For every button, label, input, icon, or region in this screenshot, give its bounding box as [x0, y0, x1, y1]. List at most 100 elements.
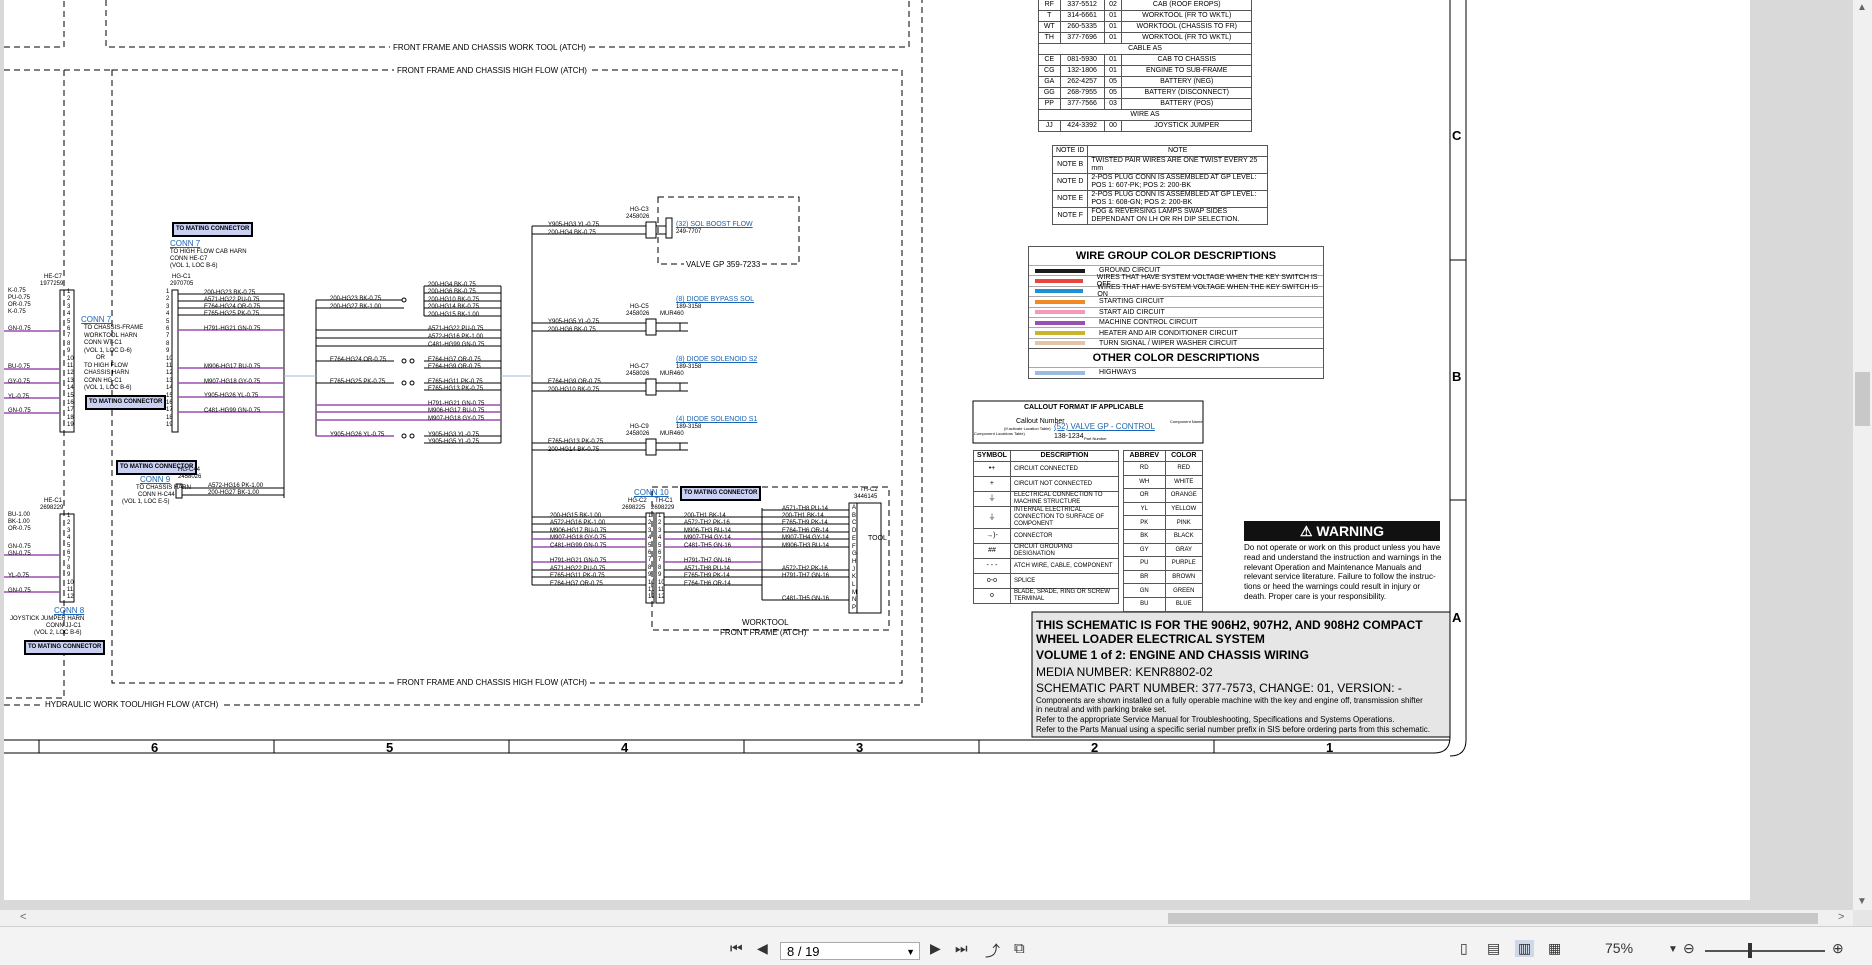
left-wire-label: BU-1.00 [8, 512, 31, 518]
frame-label-high-flow-bottom: FRONT FRAME AND CHASSIS HIGH FLOW (ATCH) [394, 678, 590, 687]
mating-connector-conn7a[interactable]: TO MATING CONNECTOR [172, 222, 254, 237]
component-link[interactable]: (32) SOL BOOST FLOW [676, 221, 753, 228]
table-row: T 314-6661 01 WORKTOOL (FR TO WKTL) [1038, 10, 1252, 22]
two-page-view-icon[interactable]: ▥ [1515, 940, 1535, 957]
conn7a-link[interactable]: CONN 7 [170, 239, 200, 248]
component-link[interactable]: (4) DIODE SOLENOID S1 [676, 416, 757, 423]
table-cell: COLOR [1164, 450, 1203, 462]
component-link[interactable]: (8) DIODE SOLENOID S2 [676, 356, 757, 363]
table-cell: 081-5930 [1059, 54, 1105, 66]
table-cell: 01 [1103, 10, 1123, 22]
conn7a-part: 2970705 [170, 281, 194, 287]
hgc1-wire-label: E765-HG25 PK-0.75 [204, 311, 260, 317]
wire-group-label: STARTING CIRCUIT [1099, 298, 1165, 306]
zoom-slider-handle[interactable] [1748, 943, 1752, 958]
continuous-view-icon[interactable]: ▤ [1487, 940, 1500, 957]
splice-out-label: Y905-HG3 YL-0.75 [428, 432, 479, 438]
zone-col-3: 3 [856, 740, 864, 755]
callout-location-sub: Component Locations Table) [974, 431, 1025, 436]
table-cell: 03 [1103, 98, 1123, 110]
title-part-number: SCHEMATIC PART NUMBER: 377-7573, CHANGE:… [1036, 681, 1402, 695]
title-volume: VOLUME 1 of 2: ENGINE AND CHASSIS WIRING [1036, 648, 1309, 662]
conn10-link[interactable]: CONN 10 [634, 488, 669, 497]
pin-number: 3 [658, 527, 662, 534]
table-cell: 268-7955 [1059, 87, 1105, 99]
vertical-scrollbar[interactable] [1853, 0, 1872, 910]
tool-pin-label: P [852, 605, 857, 612]
page-dropdown-icon[interactable]: ▼ [906, 943, 915, 961]
conn10-mid-label: A571-TH8 PU-14 [684, 566, 731, 572]
table-cell: PURPLE [1164, 556, 1203, 571]
component-link[interactable]: (8) DIODE BYPASS SOL [676, 296, 754, 303]
zoom-in-icon[interactable]: ⊕ [1832, 940, 1844, 957]
splice-out-label: 200-HG15 BK-1.00 [428, 312, 480, 318]
zoom-out-icon[interactable]: ⊖ [1683, 940, 1695, 957]
symbol-row: •+ CIRCUIT CONNECTED [973, 461, 1120, 477]
note-id: NOTE E [1051, 190, 1089, 208]
symbol-row: →)- CONNECTOR [973, 528, 1120, 544]
table-cell: PK [1123, 515, 1166, 530]
document-viewport[interactable]: FRONT FRAME AND CHASSIS WORK TOOL (ATCH)… [0, 0, 1853, 910]
symbol-glyph: o [973, 588, 1011, 604]
left-wire-label: BU-0.75 [8, 364, 31, 370]
conn8-link[interactable]: CONN 8 [54, 606, 84, 615]
splice-out-label: 200-HG6 BK-0.75 [428, 289, 476, 295]
horizontal-scroll-thumb[interactable] [1168, 913, 1818, 924]
pin-number: 3 [648, 527, 652, 534]
pin-number: 7 [67, 333, 71, 340]
table-cell: YL [1123, 501, 1166, 517]
abbrev-row: BR BROWN [1123, 569, 1203, 585]
fit-page-icon[interactable]: ⧉ [1014, 940, 1025, 957]
wire-group-label: START AID CIRCUIT [1099, 308, 1165, 316]
scroll-right-icon[interactable]: > [1838, 911, 1844, 923]
mating-connector-conn8[interactable]: TO MATING CONNECTOR [24, 640, 106, 655]
zoom-slider[interactable] [1705, 950, 1825, 952]
zoom-dropdown-icon[interactable]: ▼ [1668, 944, 1678, 955]
next-page-icon[interactable]: ▶ [930, 940, 941, 957]
rotate-page-icon[interactable]: ⤴ [985, 940, 1000, 961]
table-cell: 05 [1103, 87, 1123, 99]
page-number-input[interactable]: 8 / 19 ▼ [780, 942, 920, 960]
pin-number: 4 [658, 535, 662, 542]
scroll-down-icon[interactable]: ▼ [1857, 896, 1867, 907]
hgc2-part: 2698225 [622, 505, 646, 511]
splice-out-label: E765-HG13 PK-0.75 [428, 386, 484, 392]
zoom-level[interactable]: 75% [1605, 940, 1633, 956]
previous-page-icon[interactable]: ◀ [757, 940, 768, 957]
first-page-icon[interactable]: ⏮ [730, 940, 743, 957]
table-cell: WT [1038, 21, 1061, 33]
table-cell: 337-5512 [1059, 0, 1105, 11]
table-row: PP 377-7566 03 BATTERY (POS) [1038, 98, 1252, 110]
note-row: NOTE F FOG & REVERSING LAMPS SWAP SIDES D… [1051, 207, 1268, 225]
color-swatch [1035, 370, 1085, 375]
scroll-up-icon[interactable]: ▲ [1857, 2, 1867, 13]
hgc2-id: HG-C2 [628, 498, 647, 504]
table-cell: WORKTOOL (CHASSIS TO FR) [1121, 21, 1252, 33]
conn7b-link[interactable]: CONN 7 [81, 315, 111, 324]
symbol-description: BLADE, SPADE, RING OR SCREW TERMINAL [1009, 588, 1120, 604]
pin-number: 9 [67, 572, 71, 579]
pin-number: 16 [166, 400, 173, 406]
last-page-icon[interactable]: ⏭ [955, 940, 968, 957]
vertical-scroll-thumb[interactable] [1855, 372, 1870, 426]
pin-number: 12 [658, 594, 665, 601]
pin-number: 19 [67, 422, 74, 429]
mating-connector-conn10[interactable]: TO MATING CONNECTOR [680, 486, 762, 501]
color-swatch [1035, 310, 1085, 315]
abbrev-row: RD RED [1123, 461, 1203, 476]
symbol-row: o-o SPLICE [973, 573, 1120, 589]
left-wire-label: K-0.75 [8, 288, 26, 294]
title-line-1: THIS SCHEMATIC IS FOR THE 906H2, 907H2, … [1036, 618, 1423, 632]
conn9-link[interactable]: CONN 9 [140, 475, 170, 484]
mating-connector-conn7b[interactable]: TO MATING CONNECTOR [85, 395, 167, 410]
callout-example-link[interactable]: (52) VALVE GP - CONTROL [1054, 422, 1155, 431]
two-page-continuous-icon[interactable]: ▦ [1548, 940, 1561, 957]
single-page-view-icon[interactable]: ▯ [1460, 940, 1468, 957]
component-part: 2458026 [626, 214, 650, 220]
table-row: RF 337-5512 02 CAB (ROOF EROPS) [1038, 0, 1252, 11]
table-cell: CABLE AS [1038, 43, 1252, 55]
scroll-left-icon[interactable]: < [20, 911, 26, 923]
header-row: SYMBOL DESCRIPTION [973, 450, 1120, 462]
other-color-title: OTHER COLOR DESCRIPTIONS [1029, 348, 1323, 367]
conn10-mid-label: E765-TH9 PK-14 [684, 573, 730, 579]
